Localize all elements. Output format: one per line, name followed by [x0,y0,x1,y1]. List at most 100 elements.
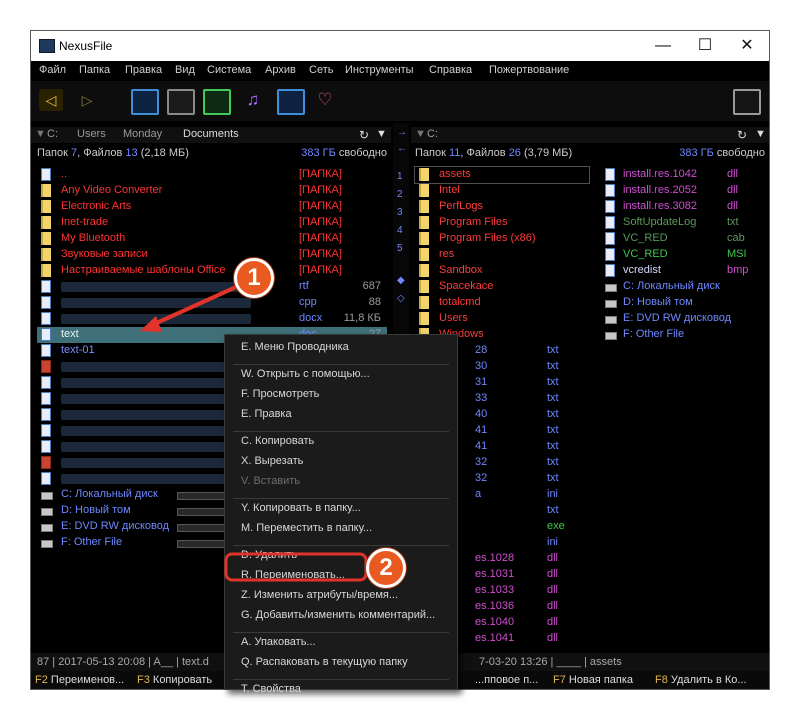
list-item[interactable]: Intel [415,183,589,199]
back-arrow-icon[interactable]: ◁ [39,89,63,111]
file-icon [41,408,51,421]
context-menu-item[interactable]: Y. Копировать в папку... [241,502,361,514]
menu-donate[interactable]: Пожертвование [489,64,569,76]
menu-edit[interactable]: Правка [125,64,162,76]
list-item[interactable]: Program Files [415,215,589,231]
crumb-drive[interactable]: C: [427,128,438,140]
list-item[interactable]: .. [ПАПКА] [37,167,387,183]
crumb-monday[interactable]: Monday [123,128,162,140]
list-item[interactable]: Electronic Arts [ПАПКА] [37,199,387,215]
menu-view[interactable]: Вид [175,64,195,76]
menu-archive[interactable]: Архив [265,64,296,76]
list-item[interactable]: totalcmd [415,295,589,311]
context-menu-item[interactable]: T. Свойства [241,683,301,695]
context-menu-item[interactable]: Q. Распаковать в текущую папку [241,656,408,668]
list-item[interactable]: rtf 687 [37,279,387,295]
context-menu-item[interactable]: C. Копировать [241,435,314,447]
file-ext: dll [547,552,559,564]
context-menu-item[interactable]: M. Переместить в папку... [241,522,372,534]
context-menu-item[interactable]: X. Вырезать [241,455,303,467]
fkey-group[interactable]: ...пповое п... [475,674,538,686]
list-item[interactable]: PerfLogs [415,199,589,215]
shapes-icon[interactable] [277,89,305,115]
list-item[interactable]: install.res.1042 dll [601,167,769,183]
list-item[interactable]: Program Files (x86) [415,231,589,247]
list-item[interactable]: Настраиваемые шаблоны Office [ПАПКА] [37,263,387,279]
drive-icon [605,300,617,308]
list-item[interactable]: res [415,247,589,263]
list-item[interactable]: assets [414,166,590,184]
crumb-users[interactable]: Users [77,128,106,140]
crumb-drive[interactable]: C: [47,128,58,140]
arrow-right-icon[interactable]: → [397,127,407,138]
list-item[interactable]: install.res.3082 dll [601,199,769,215]
menu-help[interactable]: Справка [429,64,472,76]
screen-icon[interactable] [131,89,159,115]
file-icon [605,200,615,213]
folder-icon [419,184,429,197]
context-menu-item[interactable]: Z. Изменить атрибуты/время... [241,589,398,601]
trash-icon[interactable] [733,89,761,115]
fkey-f2[interactable]: F2 Переименов... [35,674,124,686]
refresh-icon[interactable]: ↻ [737,128,747,142]
list-item[interactable]: Spacekace [415,279,589,295]
menu-folder[interactable]: Папка [79,64,110,76]
fkey-f3[interactable]: F3 Копировать [137,674,212,686]
fkey-f8[interactable]: F8 Удалить в Ко... [655,674,747,686]
fkey-f7[interactable]: F7 Новая папка [553,674,633,686]
menu-system[interactable]: Система [207,64,251,76]
folders-icon[interactable] [167,89,195,115]
close-button[interactable]: ✕ [737,36,757,56]
list-item[interactable]: install.res.2052 dll [601,183,769,199]
list-item[interactable]: cpp 88 [37,295,387,311]
menu-tools[interactable]: Инструменты [345,64,414,76]
music-icon[interactable]: ♫ [241,89,265,111]
list-item[interactable]: SoftUpdateLog txt [601,215,769,231]
crumb-documents[interactable]: Documents [183,128,239,140]
maximize-button[interactable]: ☐ [695,36,715,56]
list-item[interactable]: Sandbox [415,263,589,279]
menu-file[interactable]: Файл [39,64,66,76]
context-menu-item[interactable]: A. Упаковать... [241,636,316,648]
context-menu-item[interactable]: R. Переименовать... [241,569,345,581]
context-menu-item[interactable]: E. Правка [241,408,292,420]
camera-icon[interactable] [203,89,231,115]
heart-icon[interactable]: ♡ [313,89,337,111]
file-name: My Bluetooth [61,232,126,244]
file-icon [605,184,615,197]
folder-icon [41,232,51,245]
refresh-icon[interactable]: ↻ [359,128,369,142]
list-item[interactable]: Звуковые записи [ПАПКА] [37,247,387,263]
panel-menu-icon[interactable]: ▼ [755,128,766,140]
diamond-icon[interactable]: ◆ [397,275,405,286]
list-item[interactable]: Any Video Converter [ПАПКА] [37,183,387,199]
drive-item[interactable]: D: Новый том [601,295,769,311]
arrow-left-icon[interactable]: ← [397,143,407,154]
file-name: text [61,328,79,340]
context-menu-item[interactable]: D. Удалить [241,549,297,561]
context-menu-item[interactable]: W. Открыть с помощью... [241,368,370,380]
list-item[interactable]: Users [415,311,589,327]
drive-item[interactable]: E: DVD RW дисковод [601,311,769,327]
context-menu-item[interactable]: E. Меню Проводника [241,341,349,353]
list-item[interactable]: VC_RED cab [601,231,769,247]
context-menu-item[interactable]: G. Добавить/изменить комментарий... [241,609,435,621]
menu-separator [233,679,449,680]
dropdown-icon[interactable]: ▼ [35,128,46,140]
panel-menu-icon[interactable]: ▼ [376,128,387,140]
list-item[interactable]: My Bluetooth [ПАПКА] [37,231,387,247]
drive-item[interactable]: F: Other File [601,327,769,343]
context-menu-item[interactable]: F. Просмотреть [241,388,319,400]
list-item[interactable]: docx 11,8 КБ [37,311,387,327]
menu-network[interactable]: Сеть [309,64,333,76]
drive-item[interactable]: C: Локальный диск [601,279,769,295]
list-item[interactable]: VC_RED MSI [601,247,769,263]
diamond-outline-icon[interactable]: ◇ [397,293,405,304]
list-item[interactable]: Inet-trade [ПАПКА] [37,215,387,231]
file-name: SoftUpdateLog [623,216,697,228]
forward-arrow-icon[interactable]: ▷ [75,89,99,111]
file-ext: txt [547,456,559,468]
list-item[interactable]: vcredist bmp [601,263,769,279]
dropdown-icon[interactable]: ▼ [415,128,426,140]
minimize-button[interactable]: — [653,36,673,56]
